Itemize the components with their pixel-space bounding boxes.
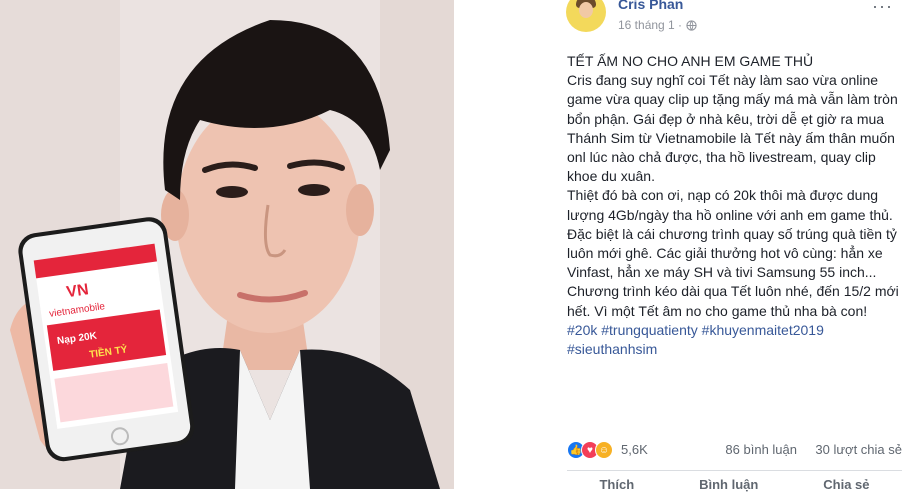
reactions-bar: 👍 ♥ ☺ 5,6K 86 bình luận 30 lượt chia sẻ — [567, 440, 902, 460]
post-actions: Thích Bình luận Chia sẻ — [567, 477, 902, 492]
author-name[interactable]: Cris Phan — [618, 0, 683, 12]
reaction-count[interactable]: 5,6K — [621, 442, 648, 457]
comment-button[interactable]: Bình luận — [699, 477, 758, 492]
share-count[interactable]: 30 lượt chia sẻ — [815, 442, 902, 457]
reaction-icons[interactable]: 👍 ♥ ☺ — [567, 441, 613, 459]
like-button[interactable]: Thích — [599, 477, 634, 492]
avatar[interactable] — [566, 0, 606, 32]
actions-divider — [567, 470, 902, 471]
post-photo[interactable]: VN vietnamobile Nạp 20K TIỀN TỶ — [0, 0, 454, 489]
post-date[interactable]: 16 tháng 1 · — [618, 18, 682, 32]
post-meta: 16 tháng 1 · — [618, 18, 697, 32]
hashtags-line-1[interactable]: #20k #trungquatienty #khuyenmaitet2019 — [567, 321, 907, 340]
post-card: Cris Phan 16 tháng 1 · ··· TẾT ẤM NO CHO… — [454, 0, 913, 492]
comment-count[interactable]: 86 bình luận — [725, 442, 797, 457]
post-title: TẾT ẤM NO CHO ANH EM GAME THỦ — [567, 53, 814, 69]
post-paragraph-1: Cris đang suy nghĩ coi Tết này làm sao v… — [567, 72, 898, 185]
more-options-icon[interactable]: ··· — [872, 0, 893, 17]
svg-text:VN: VN — [65, 281, 89, 301]
hashtags-line-2[interactable]: #sieuthanhsim — [567, 340, 907, 359]
globe-icon — [686, 19, 697, 31]
post-text: TẾT ẤM NO CHO ANH EM GAME THỦ Cris đang … — [567, 52, 907, 359]
share-button[interactable]: Chia sẻ — [823, 477, 869, 492]
avatar-face — [579, 2, 593, 18]
post-paragraph-2: Thiệt đó bà con ơi, nạp có 20k thôi mà đ… — [567, 187, 899, 319]
haha-reaction-icon: ☺ — [595, 441, 613, 459]
